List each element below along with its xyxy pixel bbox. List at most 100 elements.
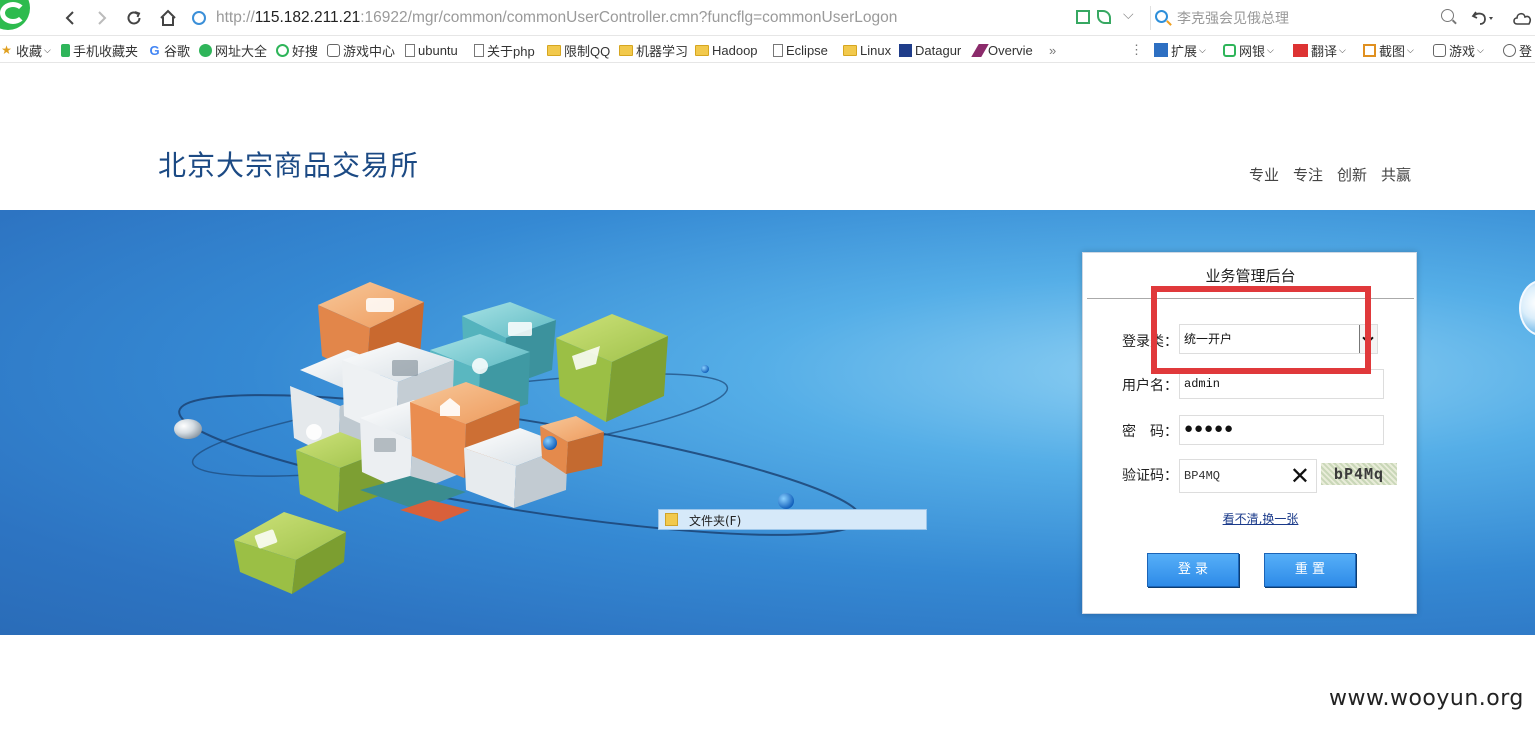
url-path: :16922/mgr/common/commonUserController.c… (360, 9, 898, 26)
bookmark-mobile[interactable]: 手机收藏夹 (61, 41, 138, 59)
bookmark-php[interactable]: 关于php (474, 41, 535, 59)
captcha-label: 验证码： (1122, 467, 1178, 483)
bookmark-label: Linux (860, 42, 892, 58)
bookmark-site-nav[interactable]: 网址大全 (199, 41, 267, 59)
tool-translate[interactable]: 翻译 ⌵ (1293, 41, 1346, 59)
browser-logo-icon (0, 0, 30, 30)
bookmark-ubuntu[interactable]: ubuntu (405, 41, 458, 59)
folder-icon (843, 44, 857, 56)
bookmark-label: 限制QQ (564, 43, 611, 59)
bookmark-folder-qq[interactable]: 限制QQ (547, 41, 610, 59)
back-arrow-icon (65, 11, 74, 25)
folder-icon (665, 513, 678, 526)
clear-icon[interactable]: ✕ (1290, 462, 1310, 490)
tool-ebank[interactable]: 网银 ⌵ (1223, 41, 1274, 59)
folder-icon (695, 44, 709, 56)
highlight-annotation-box (1151, 286, 1371, 374)
url-host: 115.182.211.21 (254, 9, 361, 26)
tool-screenshot[interactable]: 截图 ⌵ (1363, 41, 1414, 59)
refresh-captcha-link[interactable]: 看不清,换一张 (1083, 510, 1438, 527)
bookmark-overview[interactable]: Overvie (971, 41, 1033, 59)
bookmark-label: 游戏中心 (343, 43, 396, 59)
login-title: 业务管理后台 (1205, 267, 1296, 285)
magnifier-icon[interactable] (1441, 9, 1454, 22)
page-icon (474, 43, 484, 57)
bookmark-label: 收藏 (16, 43, 43, 59)
qr-code-icon[interactable] (1076, 10, 1090, 24)
captcha-input[interactable]: BP4MQ ✕ (1179, 459, 1317, 493)
back-button[interactable] (58, 6, 82, 30)
cube-cluster (290, 334, 604, 522)
forward-arrow-icon (98, 11, 107, 25)
bookmark-folder-ml[interactable]: 机器学习 (619, 41, 688, 59)
username-label: 用户名： (1122, 377, 1178, 393)
leaf-icon[interactable] (1097, 10, 1111, 24)
tool-games[interactable]: 游戏 ⌵ (1433, 41, 1484, 59)
folder-icon (619, 44, 633, 56)
scissors-icon (1363, 43, 1376, 57)
shield-icon (1223, 43, 1236, 57)
star-icon: ★ (1, 42, 12, 57)
bookmark-favorites[interactable]: ★ 收藏 ⌵ (0, 41, 51, 59)
page-icon (405, 43, 415, 57)
home-button[interactable] (156, 6, 180, 30)
bookmarks-more-button[interactable]: » (1049, 41, 1056, 59)
url-prefix: http:// (216, 9, 255, 26)
translate-icon (1293, 43, 1308, 57)
refresh-icon (127, 11, 141, 25)
login-button[interactable]: 登 录 (1147, 553, 1239, 587)
cube-green-bottom (234, 512, 346, 594)
chevron-down-icon[interactable]: ⌵ (1123, 7, 1134, 23)
more-menu-icon[interactable]: ⋮ (1130, 41, 1143, 59)
bookmark-folder-linux[interactable]: Linux (843, 41, 891, 59)
chart-icon (899, 43, 912, 57)
tool-label: 登 (1519, 43, 1533, 59)
bookmark-datagur[interactable]: Datagur (899, 41, 961, 59)
bookmark-label: 机器学习 (636, 43, 689, 59)
bookmark-game-center[interactable]: 游戏中心 (327, 41, 395, 59)
captcha-image[interactable]: bP4Mq (1321, 463, 1397, 485)
reset-button[interactable]: 重 置 (1264, 553, 1356, 587)
tool-label: 游戏 (1449, 43, 1476, 59)
tool-label: 扩展 (1171, 43, 1198, 59)
tool-label: 网银 (1239, 43, 1266, 59)
password-input[interactable]: ●●●●● (1179, 415, 1384, 445)
context-menu-folder-item[interactable]: 文件夹(F) (658, 509, 927, 530)
globe-icon (192, 11, 206, 25)
slogan-item: 专注 (1293, 166, 1324, 184)
address-bar[interactable]: http://115.182.211.21:16922/mgr/common/c… (192, 6, 1142, 30)
tool-label: 截图 (1379, 43, 1406, 59)
slogan-list: 专业 专注 创新 共赢 (1249, 164, 1411, 185)
feather-icon (971, 43, 989, 57)
game-icon (327, 43, 340, 57)
tool-label: 翻译 (1311, 43, 1338, 59)
site-nav-icon (199, 43, 212, 57)
google-icon: G (149, 42, 160, 58)
captcha-value: BP4MQ (1184, 469, 1221, 483)
bookmark-label: 手机收藏夹 (73, 43, 139, 59)
game-icon (1433, 43, 1446, 57)
bookmark-haosou[interactable]: 好搜 (276, 41, 318, 59)
bookmark-label: 好搜 (292, 43, 319, 59)
user-icon (1503, 43, 1516, 57)
browser-toolbar: http://115.182.211.21:16922/mgr/common/c… (0, 0, 1535, 36)
bookmark-folder-hadoop[interactable]: Hadoop (695, 41, 758, 59)
search-input[interactable]: 李克强会见俄总理 (1150, 6, 1460, 30)
tool-login[interactable]: 登 (1503, 41, 1532, 59)
password-label: 密 码： (1122, 423, 1178, 439)
page-icon (773, 43, 783, 57)
cloud-button[interactable] (1512, 6, 1534, 30)
extensions-icon (1154, 43, 1168, 57)
undo-icon (1471, 11, 1493, 25)
bookmark-label: Datagur (915, 42, 962, 58)
tool-extensions[interactable]: 扩展 ⌵ (1154, 41, 1206, 59)
bookmark-label: Eclipse (786, 42, 828, 58)
forward-button[interactable] (90, 6, 114, 30)
refresh-button[interactable] (122, 6, 146, 30)
bookmark-google[interactable]: G 谷歌 (148, 41, 190, 59)
site-title: 北京大宗商品交易所 (158, 149, 420, 182)
context-menu-label: 文件夹(F) (689, 514, 742, 528)
undo-button[interactable] (1470, 6, 1494, 30)
bookmark-eclipse[interactable]: Eclipse (773, 41, 828, 59)
bookmark-label: 关于php (487, 43, 535, 59)
